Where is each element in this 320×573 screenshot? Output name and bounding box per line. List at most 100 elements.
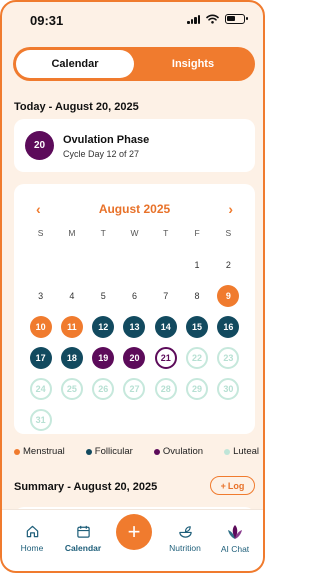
legend-dot <box>153 448 160 455</box>
plus-icon: + <box>127 519 141 544</box>
calendar-day-number: 5 <box>100 290 106 301</box>
calendar-day[interactable]: 18 <box>56 342 87 373</box>
calendar-day[interactable]: 30 <box>213 373 244 404</box>
plus-icon: + <box>220 480 226 491</box>
calendar-day[interactable]: 2 <box>213 249 244 280</box>
calendar-day[interactable]: 26 <box>88 373 119 404</box>
nav-nutrition-label: Nutrition <box>169 543 201 553</box>
app-screen: 09:31 Calendar Insights Today - August 2… <box>0 0 265 573</box>
calendar-month: August 2025 <box>98 202 171 216</box>
calendar-day-number: 27 <box>123 377 146 400</box>
calendar-day-number: 1 <box>194 259 200 270</box>
calendar-day-number: 31 <box>29 408 52 431</box>
legend-dot <box>14 448 20 455</box>
weekday-label: W <box>130 228 139 238</box>
phase-name: Ovulation Phase <box>63 134 150 146</box>
calendar-day-number: 4 <box>69 290 75 301</box>
calendar-day-number: 22 <box>186 346 209 369</box>
calendar-day[interactable]: 25 <box>56 373 87 404</box>
calendar-header: ‹ August 2025 › <box>14 201 255 217</box>
chevron-right-icon[interactable]: › <box>228 201 233 217</box>
calendar-day[interactable]: 11 <box>56 311 87 342</box>
nav-calendar[interactable]: Calendar <box>58 524 108 553</box>
weekday-label: T <box>100 228 106 238</box>
status-icons <box>187 14 248 24</box>
calendar-day[interactable]: 15 <box>181 311 212 342</box>
calendar-day[interactable]: 23 <box>213 342 244 373</box>
tab-insights[interactable]: Insights <box>134 50 252 78</box>
legend-dot <box>224 448 231 455</box>
calendar-day-number: 30 <box>217 377 240 400</box>
calendar-day[interactable]: 1 <box>181 249 212 280</box>
legend-label: Luteal <box>233 446 259 457</box>
calendar-day-number: 26 <box>92 377 115 400</box>
legend-label: Follicular <box>94 446 133 457</box>
log-button[interactable]: + Log <box>210 476 255 495</box>
calendar-day[interactable]: 3 <box>25 280 56 311</box>
calendar-day[interactable]: 24 <box>25 373 56 404</box>
legend-label: Ovulation <box>162 446 204 457</box>
battery-icon <box>225 14 248 24</box>
nav-calendar-label: Calendar <box>64 543 102 553</box>
ai-chat-icon <box>228 525 242 539</box>
calendar-empty-cell <box>150 249 181 280</box>
summary-title: Summary - August 20, 2025 <box>14 481 158 493</box>
calendar-day[interactable]: 7 <box>150 280 181 311</box>
calendar-empty-cell <box>56 249 87 280</box>
calendar-day-number: 28 <box>154 377 177 400</box>
weekday-label: S <box>225 228 232 238</box>
weekday-label: M <box>68 228 76 238</box>
calendar-day[interactable]: 19 <box>88 342 119 373</box>
calendar-day[interactable]: 12 <box>88 311 119 342</box>
calendar-day[interactable]: 20 <box>119 342 150 373</box>
add-button[interactable]: + <box>116 514 152 550</box>
calendar-day[interactable]: 21 <box>150 342 181 373</box>
calendar-day[interactable]: 8 <box>181 280 212 311</box>
weekday-row: S M T W T F S <box>25 228 244 238</box>
calendar-day-number: 19 <box>92 346 115 369</box>
legend-item: Follicular <box>85 446 133 457</box>
calendar-day[interactable]: 13 <box>119 311 150 342</box>
calendar-day-number: 18 <box>60 346 83 369</box>
calendar-day-number: 3 <box>38 290 44 301</box>
home-icon <box>26 525 38 538</box>
calendar-day[interactable]: 16 <box>213 311 244 342</box>
calendar-day[interactable]: 4 <box>56 280 87 311</box>
calendar-day-number: 10 <box>29 315 52 338</box>
tab-calendar[interactable]: Calendar <box>16 50 134 78</box>
calendar-day[interactable]: 31 <box>25 404 56 435</box>
calendar-day-number: 21 <box>154 346 177 369</box>
nav-ai-chat-label: AI Chat <box>220 544 250 554</box>
calendar-day[interactable]: 29 <box>181 373 212 404</box>
nav-home[interactable]: Home <box>7 524 57 553</box>
today-title: Today - August 20, 2025 <box>14 101 139 113</box>
calendar-day[interactable]: 22 <box>181 342 212 373</box>
calendar-day[interactable]: 14 <box>150 311 181 342</box>
nav-ai-chat[interactable]: AI Chat <box>210 524 260 554</box>
calendar-day-number: 16 <box>217 315 240 338</box>
calendar-day[interactable]: 10 <box>25 311 56 342</box>
calendar-day[interactable]: 27 <box>119 373 150 404</box>
calendar-empty-cell <box>119 249 150 280</box>
phase-legend: Menstrual Follicular Ovulation Luteal <box>14 446 259 457</box>
log-label: Log <box>227 480 245 491</box>
calendar-day[interactable]: 17 <box>25 342 56 373</box>
status-time: 09:31 <box>30 13 64 28</box>
calendar-day[interactable]: 28 <box>150 373 181 404</box>
calendar-day-number: 11 <box>60 315 83 338</box>
cycle-day: Cycle Day 12 of 27 <box>63 149 140 159</box>
calendar-empty-cell <box>25 249 56 280</box>
calendar-day-number: 29 <box>186 377 209 400</box>
calendar-day[interactable]: 5 <box>88 280 119 311</box>
nav-nutrition[interactable]: Nutrition <box>160 524 210 553</box>
legend-item: Ovulation <box>153 446 204 457</box>
calendar-day[interactable]: 9 <box>213 280 244 311</box>
calendar-day[interactable]: 6 <box>119 280 150 311</box>
calendar-card: ‹ August 2025 › S M T W T F S 1234567891… <box>14 184 255 434</box>
legend-item: Menstrual <box>14 446 65 457</box>
calendar-day-number: 9 <box>217 284 240 307</box>
leaf-bowl-icon <box>178 526 192 538</box>
phase-card[interactable]: 20 Ovulation Phase Cycle Day 12 of 27 <box>14 119 255 172</box>
calendar-day-number: 12 <box>92 315 115 338</box>
view-tabs: Calendar Insights <box>13 47 255 81</box>
